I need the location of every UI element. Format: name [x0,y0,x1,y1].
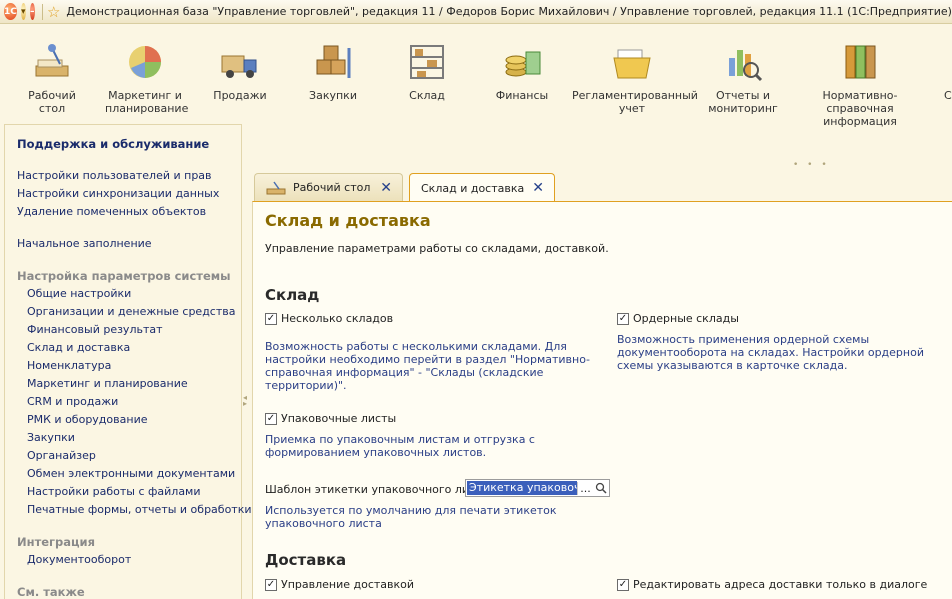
tab-label: Рабочий стол [293,181,371,194]
nav-item-files[interactable]: Настройки работы с файлами [27,485,201,498]
nav-item-general[interactable]: Общие настройки [27,287,131,300]
form-content: Склад и доставка Управление параметрами … [252,201,952,599]
section-label: Нормативно-справочная информация [822,89,898,128]
section-reports[interactable]: Отчеты и мониторинг [705,24,781,124]
warehouse-shelf-icon [410,45,444,79]
nav-link-user-settings[interactable]: Настройки пользователей и прав [17,169,212,182]
nav-heading: Поддержка и обслуживание [17,137,210,151]
checkbox-label: Несколько складов [281,312,394,325]
checkbox-box[interactable]: ✓ [617,312,629,325]
nav-item-warehouse-delivery[interactable]: Склад и доставка [27,341,130,354]
checkbox-label: Ордерные склады [633,312,739,325]
panel-splitter[interactable]: ◂ ▸ [243,394,247,408]
section-label-clipped: С [944,89,952,102]
checkbox-multi-warehouse[interactable]: ✓ Несколько складов [265,312,393,325]
app-logo-icon[interactable]: 1С [4,3,17,20]
label-template-caption: Шаблон этикетки упаковочного листа: [265,483,492,496]
section-label: Финансы [495,89,549,102]
hint-packing-lists: Приемка по упаковочным листам и отгрузка… [265,433,535,459]
desk-icon [35,44,69,77]
checkbox-label: Упаковочные листы [281,412,397,425]
page-title: Склад и доставка [265,211,431,230]
tab-desktop[interactable]: Рабочий стол ✕ [254,173,403,201]
desk-icon [266,181,286,194]
navigation-panel: Поддержка и обслуживание Настройки польз… [4,124,252,599]
section-reference-info[interactable]: Нормативно-справочная информация [792,24,928,128]
checkbox-box[interactable]: ✓ [265,578,277,591]
boxes-icon [316,45,351,78]
nav-group-integration: Интеграция [17,535,96,549]
nav-item-nomenclature[interactable]: Номенклатура [27,359,111,372]
label-template-field[interactable]: Этикетка упаковочн ... [465,479,610,497]
checkbox-box[interactable]: ✓ [265,412,277,425]
section-label: Продажи [213,89,267,102]
checkbox-edit-address-dialog[interactable]: ✓ Редактировать адреса доставки только в… [617,578,927,591]
section-label: Маркетинг и планирование [105,89,189,115]
section-desktop[interactable]: Рабочий стол [17,24,87,124]
section-finance[interactable]: Финансы [487,24,557,124]
select-button[interactable]: ... [577,481,593,495]
close-icon[interactable]: ✕ [532,180,544,196]
coins-icon [505,51,541,77]
favorites-star-icon[interactable]: ☆ [47,3,60,21]
section-label: Регламентированный учет [572,89,698,115]
nav-group-see-also: См. также [17,585,85,599]
title-bar: 1С ▾ – ☆ Демонстрационная база "Управлен… [0,0,952,24]
section-label: Рабочий стол [28,89,76,115]
folder-docs-icon [613,49,651,79]
checkbox-order-warehouses[interactable]: ✓ Ордерные склады [617,312,739,325]
section-sales[interactable]: Продажи [205,24,275,124]
minimize-icon[interactable]: – [29,3,35,20]
section-regulated-accounting[interactable]: Регламентированный учет [572,24,698,124]
nav-item-crm[interactable]: CRM и продажи [27,395,118,408]
hint-order-warehouses: Возможность применения ордерной схемы до… [617,333,924,372]
section-label: Склад [409,89,445,102]
nav-group-system-settings: Настройка параметров системы [17,269,231,283]
nav-item-organizations[interactable]: Организации и денежные средства [27,305,235,318]
checkbox-box[interactable]: ✓ [617,578,629,591]
checkbox-box[interactable]: ✓ [265,312,277,325]
tab-label: Склад и доставка [421,181,525,195]
nav-item-purchases[interactable]: Закупки [27,431,75,444]
hint-multi-warehouse: Возможность работы с несколькими складам… [265,340,590,392]
sections-panel: Рабочий стол Маркетинг и планирование Прод… [0,24,952,128]
label-template-value[interactable]: Этикетка упаковочн [467,481,577,495]
nav-link-initial-fill[interactable]: Начальное заполнение [17,237,152,250]
nav-item-edi[interactable]: Обмен электронными документами [27,467,235,480]
nav-item-marketing[interactable]: Маркетинг и планирование [27,377,188,390]
checkbox-packing-lists[interactable]: ✓ Упаковочные листы [265,412,396,425]
nav-item-organizer[interactable]: Органайзер [27,449,96,462]
bar-chart-magnifier-icon [729,50,763,82]
section-warehouse[interactable]: Склад [392,24,462,124]
truck-icon [221,55,257,78]
section-label: Отчеты и мониторинг [708,89,778,115]
section-heading-warehouse: Склад [265,286,320,304]
open-magnifier-icon[interactable] [593,480,609,496]
checkbox-label: Управление доставкой [281,578,415,591]
section-heading-delivery: Доставка [265,551,347,569]
section-label: Закупки [309,89,357,102]
nav-item-document-flow[interactable]: Документооборот [27,553,131,566]
section-marketing[interactable]: Маркетинг и планирование [105,24,189,124]
main-menu-icon[interactable]: ▾ [20,3,26,20]
page-subtitle: Управление параметрами работы со складам… [265,242,609,255]
section-more-edge[interactable]: С [944,24,952,124]
nav-link-sync-settings[interactable]: Настройки синхронизации данных [17,187,219,200]
nav-item-pos[interactable]: РМК и оборудование [27,413,147,426]
checkbox-label: Редактировать адреса доставки только в д… [633,578,928,591]
section-purchases[interactable]: Закупки [298,24,368,124]
nav-item-financial-result[interactable]: Финансовый результат [27,323,163,336]
nav-item-print-forms[interactable]: Печатные формы, отчеты и обработки [27,503,252,516]
checkbox-delivery-management[interactable]: ✓ Управление доставкой [265,578,414,591]
window-title: Демонстрационная база "Управление торгов… [66,5,952,18]
close-icon[interactable]: ✕ [380,180,392,196]
tab-warehouse-delivery[interactable]: Склад и доставка ✕ [409,173,555,202]
drag-handle-dots[interactable]: • • • [793,160,830,170]
hint-label-template: Используется по умолчанию для печати эти… [265,504,557,530]
binders-icon [845,45,876,79]
pie-chart-icon [129,46,161,78]
nav-link-delete-marked[interactable]: Удаление помеченных объектов [17,205,206,218]
